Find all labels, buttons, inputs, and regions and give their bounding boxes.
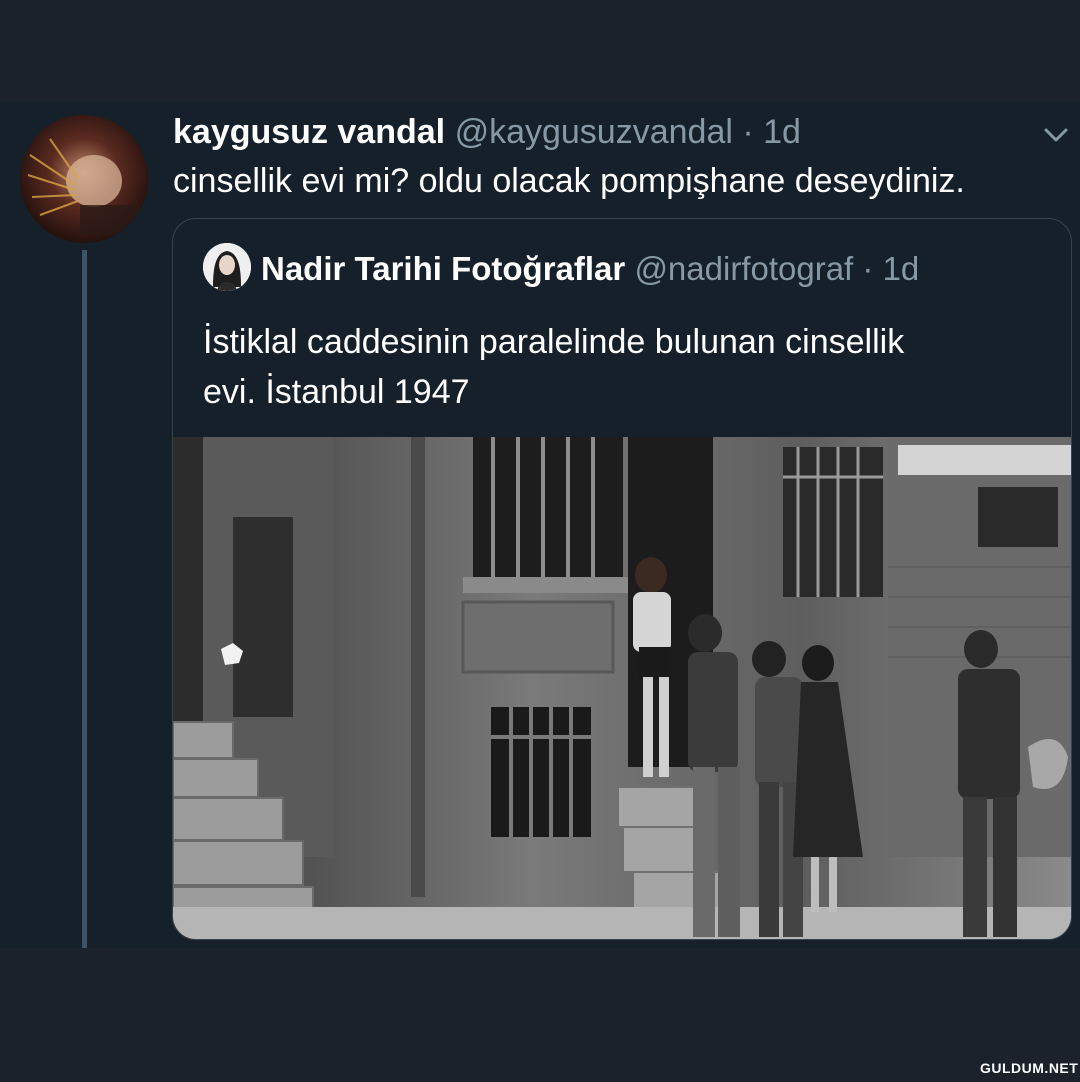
watermark: GULDUM.NET: [980, 1060, 1079, 1076]
thread-line: [82, 250, 87, 950]
author-name[interactable]: kaygusuz vandal: [173, 113, 445, 151]
chevron-down-icon[interactable]: [1040, 122, 1072, 146]
author-avatar[interactable]: [20, 115, 148, 243]
tweet-header: kaygusuz vandal @kaygusuzvandal · 1d: [173, 110, 801, 154]
tweet[interactable]: kaygusuz vandal @kaygusuzvandal · 1d cin…: [0, 102, 1080, 950]
header-separator: ·: [742, 113, 754, 151]
top-band: [0, 0, 1080, 102]
quoted-tweet[interactable]: Nadir Tarihi Fotoğraflar @nadirfotograf …: [172, 218, 1072, 940]
quoted-tweet-text-line-2: evi. İstanbul 1947: [203, 373, 470, 411]
author-handle[interactable]: @kaygusuzvandal: [455, 113, 733, 151]
quoted-author-avatar[interactable]: [203, 243, 251, 291]
quoted-tweet-photo[interactable]: [173, 437, 1071, 939]
street-photo-image: [173, 437, 1071, 939]
avatar-image: [20, 115, 148, 243]
tweet-text: cinsellik evi mi? oldu olacak pompişhane…: [173, 162, 965, 200]
tweet-time[interactable]: 1d: [763, 113, 801, 151]
quoted-tweet-time[interactable]: 1d: [883, 250, 920, 287]
quoted-author-handle[interactable]: @nadirfotograf: [634, 250, 853, 287]
quoted-tweet-header: Nadir Tarihi Fotoğraflar @nadirfotograf …: [261, 247, 919, 291]
quoted-header-separator: ·: [862, 250, 874, 287]
quoted-tweet-text: İstiklal caddesinin paralelinde bulunan …: [203, 317, 1043, 417]
bottom-band: [0, 948, 1080, 1082]
quoted-tweet-text-line-1: İstiklal caddesinin paralelinde bulunan …: [203, 323, 905, 361]
quoted-author-name[interactable]: Nadir Tarihi Fotoğraflar: [261, 250, 625, 287]
quoted-avatar-image: [203, 243, 251, 291]
